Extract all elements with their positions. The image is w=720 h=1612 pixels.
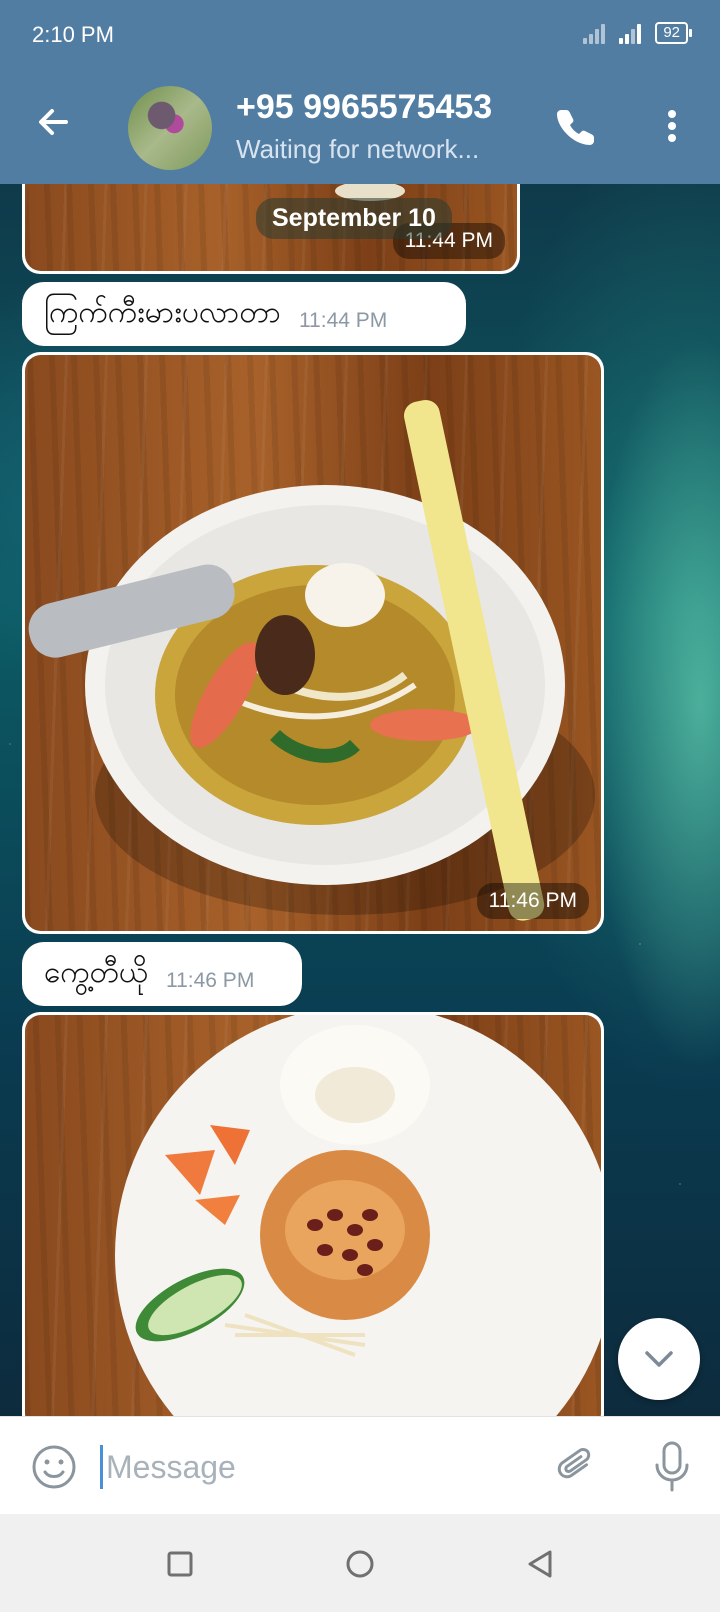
text-message[interactable]: ကွေ့တီယို 11:46 PM — [22, 942, 302, 1006]
photo-message[interactable] — [22, 1012, 604, 1416]
square-icon — [167, 1551, 193, 1577]
back-nav-button[interactable] — [522, 1546, 558, 1582]
text-cursor — [100, 1445, 103, 1489]
message-input[interactable] — [104, 1437, 508, 1497]
message-time: 11:44 PM — [298, 309, 388, 332]
smiley-icon — [32, 1445, 76, 1489]
message-text: ကြက်ကီးမားပလာတာ — [44, 294, 281, 330]
rice-plate-image — [115, 1015, 601, 1416]
arrow-left-icon — [39, 109, 68, 135]
message-time: 11:46 PM — [476, 883, 589, 919]
status-icons: 92 — [583, 22, 692, 44]
noodle-bowl-image — [28, 399, 595, 921]
dots-vertical-icon — [668, 110, 676, 142]
message-text: ကွေ့တီယို — [44, 954, 148, 990]
call-button[interactable] — [552, 102, 600, 150]
triangle-back-icon — [528, 1550, 552, 1578]
connection-status: Waiting for network... — [236, 134, 480, 164]
phone-icon — [557, 110, 594, 145]
emoji-button[interactable] — [30, 1443, 78, 1491]
photo-message[interactable]: 11:46 PM — [22, 352, 604, 934]
chat-header: +95 9965575453 Waiting for network... — [0, 72, 720, 184]
status-time: 2:10 PM — [32, 22, 114, 47]
more-options-button[interactable] — [648, 102, 696, 150]
battery-icon: 92 — [655, 22, 692, 44]
message-time: 11:46 PM — [165, 969, 255, 992]
back-button[interactable] — [30, 98, 78, 146]
avatar[interactable] — [128, 86, 212, 170]
signal-icon — [619, 22, 645, 44]
signal-icon — [583, 22, 609, 44]
home-button[interactable] — [342, 1546, 378, 1582]
system-nav-bar — [0, 1514, 720, 1612]
chevron-down-icon — [645, 1351, 673, 1367]
message-composer — [0, 1416, 720, 1515]
scroll-to-bottom-button[interactable] — [618, 1318, 700, 1400]
text-message[interactable]: ကြက်ကီးမားပလာတာ 11:44 PM — [22, 282, 466, 346]
chat-title[interactable]: +95 9965575453 — [236, 88, 492, 127]
recent-apps-button[interactable] — [162, 1546, 198, 1582]
status-bar: 2:10 PM 92 — [0, 0, 720, 72]
circle-icon — [346, 1550, 374, 1578]
microphone-icon — [655, 1441, 689, 1492]
food-photo — [25, 1015, 601, 1416]
paperclip-icon — [557, 1448, 591, 1479]
food-photo: 11:46 PM — [25, 355, 601, 931]
voice-record-button[interactable] — [648, 1439, 696, 1495]
date-divider: September 10 — [256, 198, 452, 239]
attach-button[interactable] — [552, 1443, 600, 1491]
chat-area[interactable]: 11:44 PM September 10 ကြက်ကီးမားပလာတာ 11… — [0, 184, 720, 1416]
